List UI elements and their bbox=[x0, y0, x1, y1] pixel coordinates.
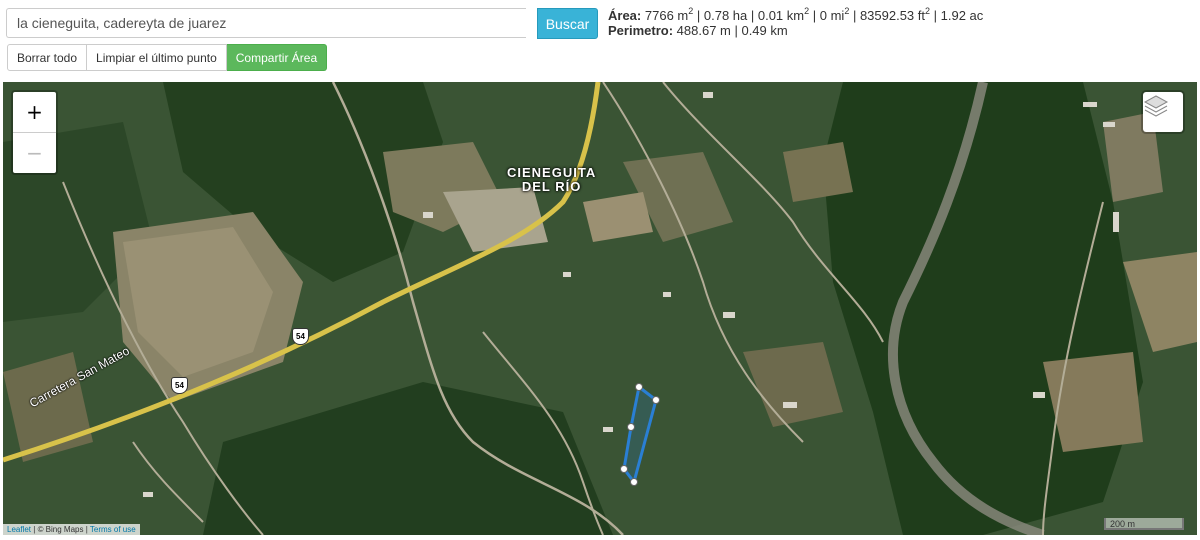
area-m2: 7766 m bbox=[644, 8, 689, 23]
perimeter-label: Perimetro: bbox=[608, 23, 674, 38]
area-label: Área: bbox=[608, 8, 642, 23]
scale-bar: 200 m bbox=[1104, 518, 1184, 530]
area-readout: Área: 7766 m2 | 0.78 ha | 0.01 km2 | 0 m… bbox=[608, 5, 984, 23]
zoom-control: + − bbox=[11, 90, 58, 175]
layers-icon bbox=[1143, 95, 1169, 117]
leaflet-link[interactable]: Leaflet bbox=[7, 525, 31, 534]
share-area-button[interactable]: Compartir Área bbox=[226, 44, 328, 71]
search-input[interactable] bbox=[6, 8, 526, 38]
area-ac: | 1.92 ac bbox=[933, 8, 984, 23]
layers-button[interactable] bbox=[1141, 90, 1185, 134]
perimeter-value: 488.67 m | 0.49 km bbox=[676, 23, 788, 38]
top-toolbar: Buscar Borrar todo Limpiar el último pun… bbox=[0, 0, 1200, 82]
bing-attribution: © Bing Maps bbox=[37, 525, 84, 534]
map-imagery bbox=[3, 82, 1197, 535]
measurement-info: Área: 7766 m2 | 0.78 ha | 0.01 km2 | 0 m… bbox=[608, 5, 984, 38]
highway-shield: 54 bbox=[292, 328, 309, 345]
area-ha-km2: | 0.78 ha | 0.01 km bbox=[696, 8, 805, 23]
zoom-in-button[interactable]: + bbox=[13, 92, 56, 133]
place-label: CIENEGUITA DEL RÍO bbox=[507, 165, 597, 194]
highway-shield: 54 bbox=[171, 377, 188, 394]
action-buttons: Borrar todo Limpiar el último punto Comp… bbox=[7, 44, 328, 71]
perimeter-readout: Perimetro: 488.67 m | 0.49 km bbox=[608, 23, 983, 38]
zoom-out-button[interactable]: − bbox=[13, 133, 56, 173]
clear-last-point-button[interactable]: Limpiar el último punto bbox=[87, 44, 227, 71]
area-ft2: | 83592.53 ft bbox=[852, 8, 925, 23]
terms-link[interactable]: Terms of use bbox=[90, 525, 136, 534]
satellite-map[interactable]: + − CIENEGUITA DEL RÍO Carretera San Mat… bbox=[3, 82, 1197, 535]
clear-all-button[interactable]: Borrar todo bbox=[7, 44, 88, 71]
map-attribution: Leaflet | © Bing Maps | Terms of use bbox=[3, 524, 140, 535]
search-button[interactable]: Buscar bbox=[537, 8, 598, 39]
area-mi2: | 0 mi bbox=[812, 8, 845, 23]
